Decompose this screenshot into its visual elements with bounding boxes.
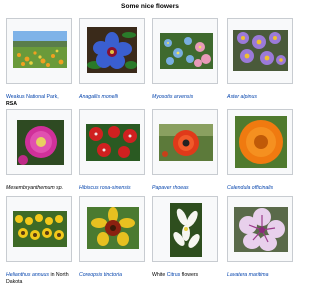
thumbnail-frame	[79, 196, 145, 262]
caption-link[interactable]: Helianthus annuus	[6, 272, 49, 278]
gallery-item-citrus: White Citrus flowers	[152, 196, 218, 279]
gallery-caption: Aster alpinus	[227, 94, 293, 101]
gallery-item-weakus: Weakus National Park, RSA	[6, 18, 72, 107]
gallery-item-calendula: Calendula officinalis	[227, 109, 293, 192]
blue-anagallis-image[interactable]	[87, 27, 137, 73]
gallery-caption: Calendula officinalis	[227, 185, 293, 192]
thumbnail-frame	[6, 18, 72, 84]
orange-calendula-image[interactable]	[235, 116, 287, 168]
gallery-caption: Coreopsis tinctoria	[79, 272, 145, 279]
caption-text: RSA	[6, 100, 17, 107]
thumbnail-frame	[152, 18, 218, 84]
red-hibiscus-image[interactable]	[86, 124, 140, 161]
gallery-item-myosotis: Myosotis arvensis	[152, 18, 218, 101]
gallery-caption: Anagallis monelli	[79, 94, 145, 101]
gallery-caption: Papaver rhoeas	[152, 185, 218, 192]
flower-gallery: Some nice flowers Weakus National Park, …	[0, 0, 300, 286]
gallery-caption: Lavatera maritima	[227, 272, 293, 279]
gallery-caption: Helianthus annuus in North Dakota	[6, 272, 72, 285]
gallery-item-mesembryanthemum: Mesembryanthemum sp.	[6, 109, 72, 192]
white-citrus-flowers-image[interactable]	[170, 203, 202, 257]
caption-link[interactable]: Citrus	[167, 272, 181, 278]
thumbnail-frame	[227, 109, 293, 175]
caption-text: Mesembryanthemum sp.	[6, 185, 64, 191]
caption-prefix: White	[152, 272, 166, 278]
gallery-item-hibiscus: Hibiscus rosa-sinensis	[79, 109, 145, 192]
caption-link[interactable]: Myosotis arvensis	[152, 94, 193, 100]
thumbnail-frame	[6, 196, 72, 262]
coreopsis-image[interactable]	[87, 207, 139, 249]
sunflower-field-image[interactable]	[13, 211, 67, 247]
gallery-caption: Mesembryanthemum sp.	[6, 185, 72, 192]
wildflower-field-image[interactable]	[13, 31, 67, 68]
forget-me-not-image[interactable]	[160, 33, 213, 69]
thumbnail-frame	[227, 18, 293, 84]
lavatera-image[interactable]	[234, 207, 288, 252]
thumbnail-frame	[79, 109, 145, 175]
gallery-title: Some nice flowers	[121, 3, 179, 10]
gallery-caption: Hibiscus rosa-sinensis	[79, 185, 145, 192]
caption-link[interactable]: Hibiscus rosa-sinensis	[79, 185, 131, 191]
thumbnail-frame	[227, 196, 293, 262]
caption-text: flowers	[181, 272, 199, 278]
thumbnail-frame	[152, 196, 218, 262]
gallery-item-anagallis: Anagallis monelli	[79, 18, 145, 101]
caption-link[interactable]: Weakus National Park,	[6, 94, 59, 100]
caption-link[interactable]: Anagallis monelli	[79, 94, 118, 100]
thumbnail-frame	[79, 18, 145, 84]
gallery-item-helianthus: Helianthus annuus in North Dakota	[6, 196, 72, 285]
pink-mesembryanthemum-image[interactable]	[17, 120, 64, 165]
gallery-item-papaver: Papaver rhoeas	[152, 109, 218, 192]
caption-link[interactable]: Coreopsis tinctoria	[79, 272, 122, 278]
gallery-item-aster: Aster alpinus	[227, 18, 293, 101]
gallery-item-coreopsis: Coreopsis tinctoria	[79, 196, 145, 279]
gallery-caption: Weakus National Park, RSA	[6, 94, 72, 107]
red-poppy-image[interactable]	[159, 124, 213, 161]
gallery-caption: White Citrus flowers	[152, 272, 218, 279]
gallery-item-lavatera: Lavatera maritima	[227, 196, 293, 279]
caption-link[interactable]: Lavatera maritima	[227, 272, 269, 278]
caption-link[interactable]: Papaver rhoeas	[152, 185, 189, 191]
caption-link[interactable]: Aster alpinus	[227, 94, 257, 100]
caption-link[interactable]: Calendula officinalis	[227, 185, 273, 191]
thumbnail-frame	[6, 109, 72, 175]
gallery-caption: Myosotis arvensis	[152, 94, 218, 101]
thumbnail-frame	[152, 109, 218, 175]
purple-aster-image[interactable]	[233, 30, 288, 71]
